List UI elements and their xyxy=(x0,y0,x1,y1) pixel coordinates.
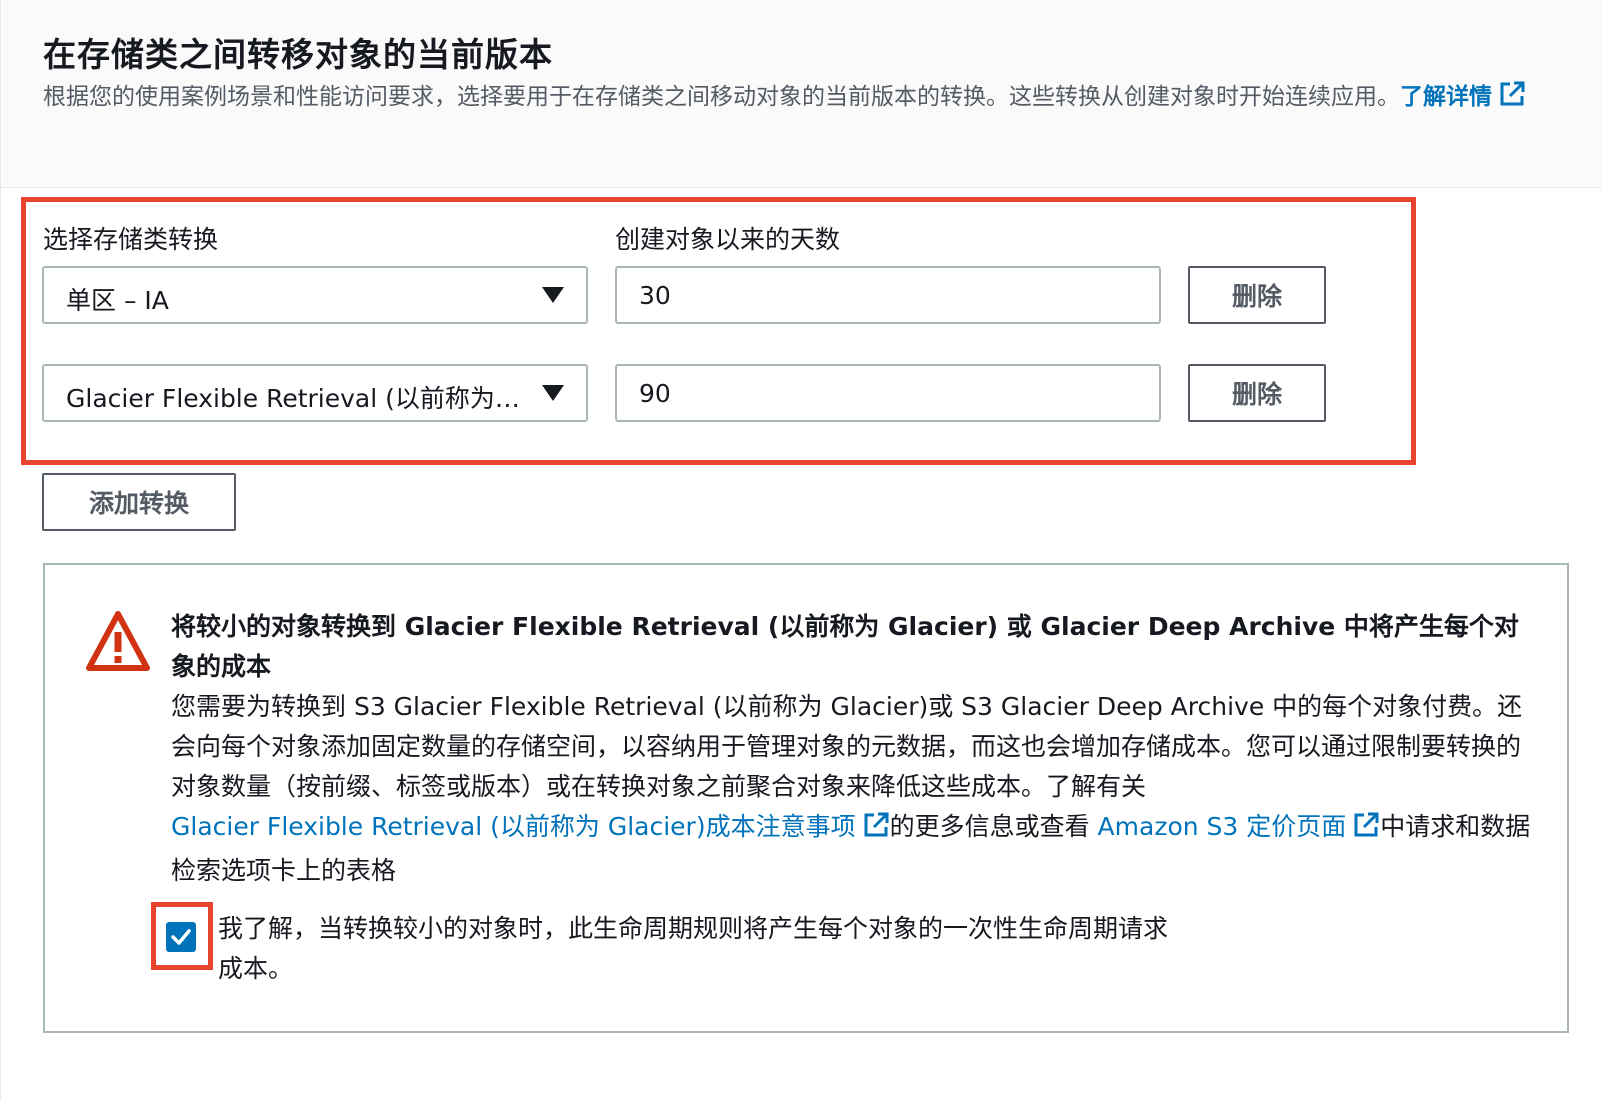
storage-class-select-1[interactable]: 单区 – IA xyxy=(42,266,588,324)
checkmark-icon xyxy=(171,929,191,945)
alert-title: 将较小的对象转换到 Glacier Flexible Retrieval (以前… xyxy=(171,612,1519,681)
remove-transition-button[interactable]: 删除 xyxy=(1188,266,1326,324)
external-link-icon xyxy=(1498,80,1526,117)
external-link-icon xyxy=(862,811,890,851)
section-header: 在存储类之间转移对象的当前版本 根据您的使用案例场景和性能访问要求，选择要用于在… xyxy=(1,0,1602,188)
warning-alert: 将较小的对象转换到 Glacier Flexible Retrieval (以前… xyxy=(43,563,1569,1033)
alert-body: 您需要为转换到 S3 Glacier Flexible Retrieval (以… xyxy=(171,692,1531,885)
learn-more-link[interactable]: 了解详情 xyxy=(1400,81,1526,110)
remove-transition-button[interactable]: 删除 xyxy=(1188,364,1326,422)
storage-class-value: 单区 – IA xyxy=(66,286,169,315)
caret-down-icon xyxy=(542,385,564,401)
acknowledge-checkbox[interactable] xyxy=(166,922,196,952)
section-title: 在存储类之间转移对象的当前版本 xyxy=(43,35,553,74)
warning-icon xyxy=(85,610,151,676)
s3-pricing-link[interactable]: Amazon S3 定价页面 xyxy=(1098,812,1381,841)
days-input-2[interactable]: 90 xyxy=(615,364,1161,422)
lifecycle-transition-panel: 在存储类之间转移对象的当前版本 根据您的使用案例场景和性能访问要求，选择要用于在… xyxy=(0,0,1602,1100)
storage-class-value: Glacier Flexible Retrieval (以前称为… xyxy=(66,384,520,413)
days-value: 90 xyxy=(639,379,671,408)
caret-down-icon xyxy=(542,287,564,303)
days-input-1[interactable]: 30 xyxy=(615,266,1161,324)
days-value: 30 xyxy=(639,281,671,310)
storage-class-label: 选择存储类转换 xyxy=(43,225,219,254)
glacier-cost-link[interactable]: Glacier Flexible Retrieval (以前称为 Glacier… xyxy=(171,812,890,841)
section-description: 根据您的使用案例场景和性能访问要求，选择要用于在存储类之间移动对象的当前版本的转… xyxy=(43,80,1563,117)
acknowledge-label: 我了解，当转换较小的对象时，此生命周期规则将产生每个对象的一次性生命周期请求成本… xyxy=(218,914,1169,983)
storage-class-select-2[interactable]: Glacier Flexible Retrieval (以前称为… xyxy=(42,364,588,422)
days-label: 创建对象以来的天数 xyxy=(615,225,841,254)
add-transition-button[interactable]: 添加转换 xyxy=(42,473,236,531)
external-link-icon xyxy=(1352,811,1380,851)
